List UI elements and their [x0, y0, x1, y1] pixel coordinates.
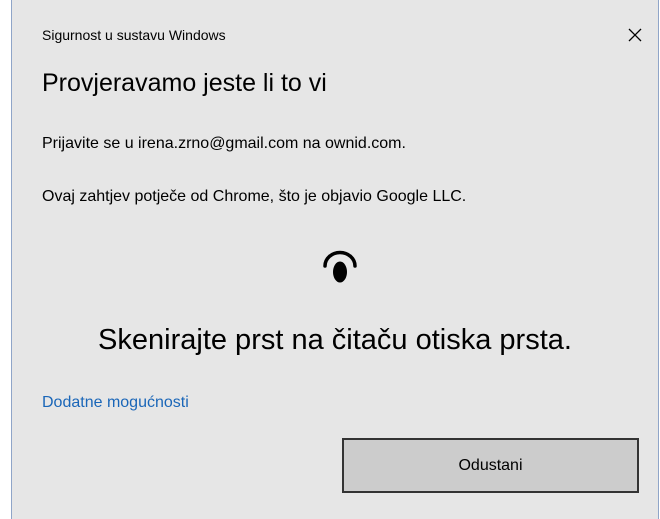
more-options-link[interactable]: Dodatne mogućnosti	[42, 393, 189, 413]
dialog-app-title: Sigurnost u sustavu Windows	[42, 27, 226, 43]
cancel-button-label: Odustani	[458, 456, 523, 474]
windows-security-dialog: Sigurnost u sustavu Windows Provjeravamo…	[11, 0, 659, 519]
cancel-button[interactable]: Odustani	[342, 438, 639, 493]
sign-in-message: Prijavite se u irena.zrno@gmail.com na o…	[42, 135, 406, 152]
dialog-heading: Provjeravamo jeste li to vi	[42, 69, 327, 97]
close-button[interactable]	[620, 20, 650, 50]
close-icon	[628, 28, 642, 42]
request-origin-message: Ovaj zahtjev potječe od Chrome, što je o…	[42, 188, 467, 205]
fingerprint-instruction: Skenirajte prst na čitaču otiska prsta.	[98, 324, 572, 356]
fingerprint-icon	[323, 250, 357, 283]
